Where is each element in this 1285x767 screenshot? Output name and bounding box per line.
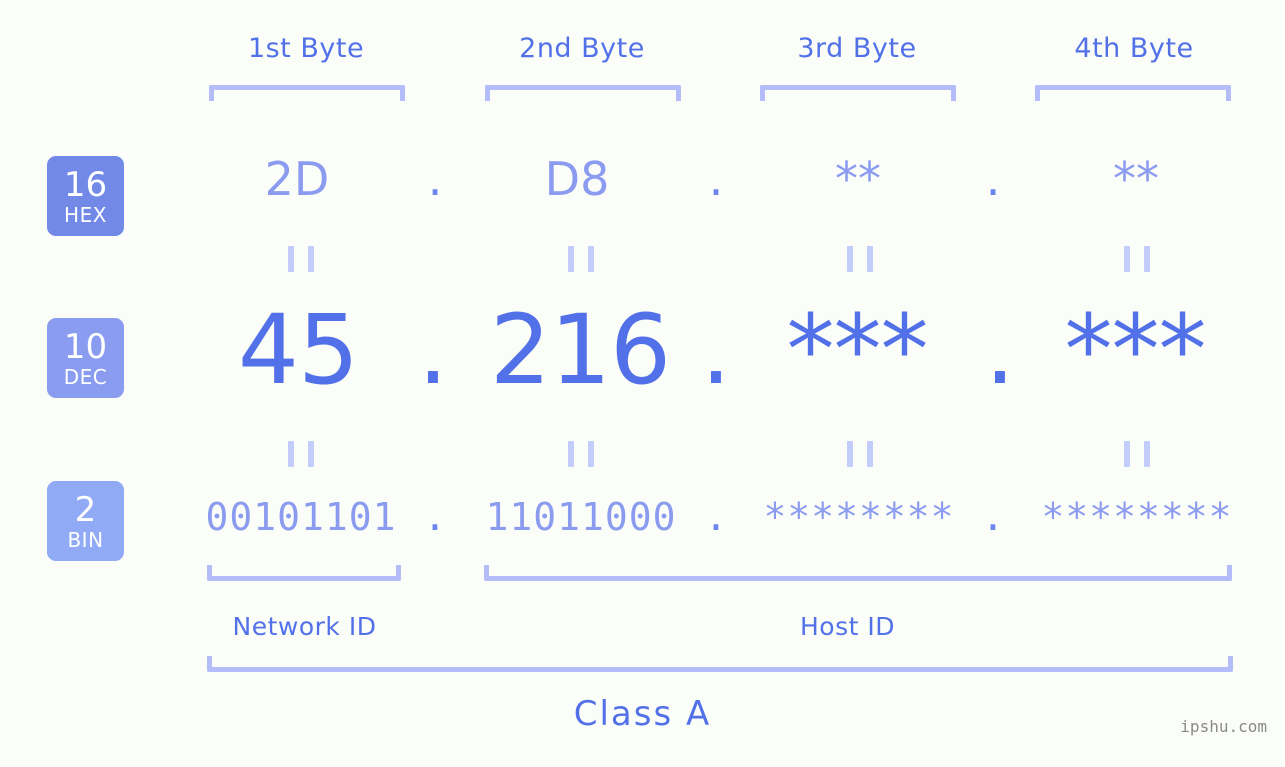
radix-badge-bin-number: 2 xyxy=(74,489,97,530)
host-id-label: Host ID xyxy=(800,612,895,641)
byte-header-label-1: 1st Byte xyxy=(247,33,365,64)
byte-header-label-4: 4th Byte xyxy=(1074,33,1194,64)
equals-mark-dec-bin-4 xyxy=(1124,441,1150,467)
hex-octet-2: D8 xyxy=(544,152,610,206)
equals-mark-hex-dec-2 xyxy=(568,246,594,272)
site-watermark: ipshu.com xyxy=(1180,717,1267,736)
dec-octet-1: 45 xyxy=(237,294,359,406)
hex-octet-4: ** xyxy=(1113,152,1159,206)
dec-octet-2: 216 xyxy=(489,294,671,406)
radix-badge-hex: 16 HEX xyxy=(47,156,124,236)
host-id-bracket xyxy=(484,565,1232,581)
bin-separator-3: . xyxy=(981,495,1005,539)
radix-badge-hex-name: HEX xyxy=(64,202,107,227)
radix-badge-bin-name: BIN xyxy=(67,527,104,552)
network-id-bracket xyxy=(207,565,401,581)
dec-octet-4: *** xyxy=(1064,294,1207,406)
bin-octet-2: 11011000 xyxy=(485,495,677,539)
bin-octet-4: ******** xyxy=(1041,495,1233,539)
hex-octet-1: 2D xyxy=(264,152,330,206)
equals-mark-hex-dec-1 xyxy=(288,246,314,272)
radix-badge-bin: 2 BIN xyxy=(47,481,124,561)
hex-separator-3: . xyxy=(985,152,1001,206)
byte-bracket-1 xyxy=(209,85,405,101)
bin-separator-2: . xyxy=(704,495,728,539)
radix-badge-dec: 10 DEC xyxy=(47,318,124,398)
hex-octet-3: ** xyxy=(835,152,881,206)
bin-octet-3: ******** xyxy=(763,495,955,539)
radix-badge-hex-number: 16 xyxy=(63,164,108,205)
radix-badge-dec-number: 10 xyxy=(63,326,108,367)
equals-mark-hex-dec-3 xyxy=(847,246,873,272)
byte-bracket-2 xyxy=(485,85,681,101)
byte-bracket-4 xyxy=(1035,85,1231,101)
hex-separator-1: . xyxy=(427,152,443,206)
ip-address-breakdown-diagram: 1st Byte 2nd Byte 3rd Byte 4th Byte 16 H… xyxy=(0,0,1285,767)
class-label: Class A xyxy=(573,694,712,734)
equals-mark-dec-bin-3 xyxy=(847,441,873,467)
byte-header-label-2: 2nd Byte xyxy=(519,33,645,64)
byte-bracket-3 xyxy=(760,85,956,101)
equals-mark-dec-bin-1 xyxy=(288,441,314,467)
network-id-label: Network ID xyxy=(232,612,377,641)
hex-separator-2: . xyxy=(708,152,724,206)
equals-mark-hex-dec-4 xyxy=(1124,246,1150,272)
dec-octet-3: *** xyxy=(786,294,929,406)
equals-mark-dec-bin-2 xyxy=(568,441,594,467)
byte-header-label-3: 3rd Byte xyxy=(797,33,917,64)
radix-badge-dec-name: DEC xyxy=(63,364,108,389)
class-bracket xyxy=(207,656,1233,672)
bin-separator-1: . xyxy=(423,495,447,539)
bin-octet-1: 00101101 xyxy=(205,495,397,539)
